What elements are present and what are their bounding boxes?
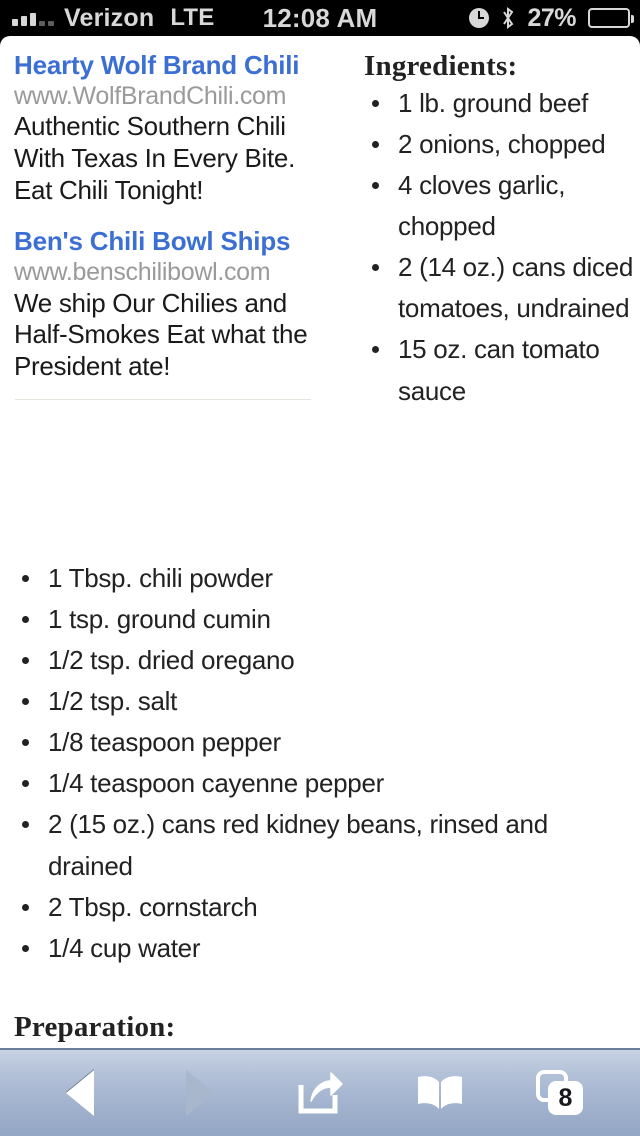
ad-title-link[interactable]: Hearty Wolf Brand Chili bbox=[14, 50, 320, 81]
list-item: 1/2 tsp. dried oregano bbox=[14, 640, 624, 681]
forward-button[interactable] bbox=[156, 1058, 244, 1128]
top-region: Hearty Wolf Brand Chili www.WolfBrandChi… bbox=[0, 36, 640, 412]
list-item: 1 lb. ground beef bbox=[364, 83, 640, 124]
phone-screen: Verizon LTE 12:08 AM 27% Hearty Wolf Bra… bbox=[0, 0, 640, 1136]
ad-description: Authentic Southern Chili With Texas In E… bbox=[14, 111, 296, 205]
bookmarks-button[interactable] bbox=[396, 1058, 484, 1128]
battery-icon bbox=[588, 8, 634, 28]
list-item: 2 (14 oz.) cans diced tomatoes, undraine… bbox=[364, 247, 640, 329]
list-item: 1/4 teaspoon cayenne pepper bbox=[14, 763, 624, 804]
list-item: 1/4 cup water bbox=[14, 928, 624, 969]
ad-url: www.benschilibowl.com bbox=[14, 258, 271, 286]
webpage-content[interactable]: Hearty Wolf Brand Chili www.WolfBrandChi… bbox=[0, 36, 640, 1048]
preparation-heading: Preparation: bbox=[14, 1011, 176, 1043]
book-icon bbox=[418, 1076, 462, 1109]
tabs-icon: 8 bbox=[536, 1070, 584, 1116]
back-button[interactable] bbox=[36, 1058, 124, 1128]
list-item: 1 tsp. ground cumin bbox=[14, 599, 624, 640]
ads-column: Hearty Wolf Brand Chili www.WolfBrandChi… bbox=[0, 50, 320, 412]
tab-count-label: 8 bbox=[548, 1081, 583, 1115]
ad-description: We ship Our Chilies and Half-Smokes Eat … bbox=[14, 287, 308, 381]
share-icon bbox=[298, 1072, 343, 1114]
list-item: 4 cloves garlic, chopped bbox=[364, 165, 640, 247]
ads-divider bbox=[15, 398, 311, 400]
ingredients-list: 1 lb. ground beef 2 onions, chopped 4 cl… bbox=[364, 83, 640, 412]
list-item: 15 oz. can tomato sauce bbox=[364, 329, 640, 411]
list-item: 2 (15 oz.) cans red kidney beans, rinsed… bbox=[14, 804, 624, 886]
back-arrow-icon bbox=[66, 1070, 94, 1116]
bluetooth-icon bbox=[503, 7, 514, 29]
tabs-button[interactable]: 8 bbox=[516, 1058, 604, 1128]
ingredients-heading: Ingredients: bbox=[364, 50, 518, 82]
list-item: 1 Tbsp. chili powder bbox=[14, 558, 624, 599]
ad-title-link[interactable]: Ben's Chili Bowl Ships bbox=[14, 226, 320, 257]
battery-percent-label: 27% bbox=[527, 3, 576, 32]
list-item: 2 Tbsp. cornstarch bbox=[14, 887, 624, 928]
share-button[interactable] bbox=[276, 1058, 364, 1128]
status-bar-right: 27% bbox=[469, 3, 634, 33]
ingredients-column: Ingredients: 1 lb. ground beef 2 onions,… bbox=[320, 50, 640, 412]
alarm-clock-icon bbox=[469, 8, 490, 28]
list-item: 1/8 teaspoon pepper bbox=[14, 722, 624, 763]
ad-block[interactable]: Ben's Chili Bowl Ships www.benschilibowl… bbox=[14, 226, 320, 382]
list-item: 1/2 tsp. salt bbox=[14, 681, 624, 722]
ingredients-continued-list: 1 Tbsp. chili powder 1 tsp. ground cumin… bbox=[14, 558, 624, 969]
forward-arrow-icon bbox=[186, 1070, 214, 1116]
ad-url: www.WolfBrandChili.com bbox=[14, 81, 287, 110]
browser-toolbar: 8 bbox=[0, 1048, 640, 1136]
list-item: 2 onions, chopped bbox=[364, 124, 640, 165]
status-bar: Verizon LTE 12:08 AM 27% bbox=[0, 0, 640, 36]
ad-block[interactable]: Hearty Wolf Brand Chili www.WolfBrandChi… bbox=[14, 50, 320, 206]
